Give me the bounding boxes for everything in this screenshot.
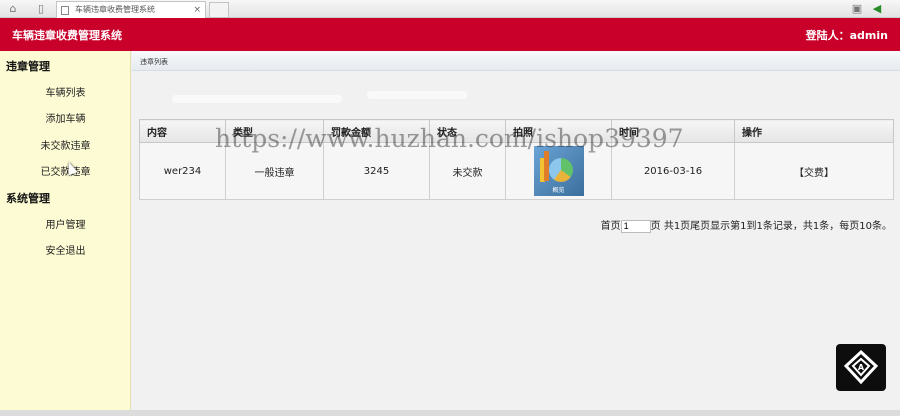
col-time: 时间	[611, 119, 735, 143]
sidebar-item-user-management[interactable]: 用户管理	[0, 216, 131, 231]
col-type: 类型	[225, 119, 324, 143]
status-bar	[0, 410, 900, 416]
browser-tab[interactable]: 车辆违章收费管理系统 ×	[56, 1, 206, 18]
col-action: 操作	[734, 119, 894, 143]
violations-table: 内容 类型 罚款金额 状态 拍照 时间 操作 wer234 一般违章 3245 …	[139, 119, 894, 200]
page-icon	[61, 6, 69, 15]
sidebar-item-unpaid-violations[interactable]: 未交款违章	[0, 137, 131, 152]
app-title: 车辆违章收费管理系统	[12, 29, 122, 42]
breadcrumb: 违章列表	[140, 58, 168, 66]
new-tab-button[interactable]	[209, 2, 229, 18]
pagination-info: 页 共1页尾页显示第1到1条记录，共1条，每页10条。	[650, 221, 892, 232]
cell-content: wer234	[139, 142, 226, 200]
breadcrumb-bar: 违章列表	[132, 51, 900, 71]
violation-photo[interactable]: 概览	[533, 146, 584, 196]
save-page-icon[interactable]: ▣	[850, 2, 864, 15]
table-header-row: 内容 类型 罚款金额 状态 拍照 时间 操作	[139, 119, 894, 143]
svg-text:A: A	[858, 363, 865, 372]
sidebar-item-logout[interactable]: 安全退出	[0, 242, 131, 257]
cell-time: 2016-03-16	[611, 142, 735, 200]
scroll-top-badge[interactable]: A	[836, 344, 886, 391]
pie-chart-icon	[548, 158, 573, 182]
shield-a-icon: A	[843, 349, 879, 385]
blurred-area	[172, 95, 342, 103]
col-photo: 拍照	[505, 119, 612, 143]
document-icon[interactable]: ▯	[34, 2, 48, 15]
sidebar-item-add-vehicle[interactable]: 添加车辆	[0, 110, 131, 125]
page-number-input[interactable]	[620, 219, 651, 233]
app-header: 车辆违章收费管理系统 登陆人：admin	[0, 18, 900, 51]
col-amount: 罚款金额	[323, 119, 430, 143]
col-status: 状态	[429, 119, 506, 143]
login-user: 登陆人：admin	[805, 29, 888, 42]
pay-link[interactable]: 【交费】	[734, 142, 894, 200]
back-arrow-icon[interactable]: ◀	[870, 2, 884, 15]
main-content: 违章列表 内容 类型 罚款金额 状态 拍照 时间 操作 wer234 一般违章 …	[132, 51, 900, 410]
cell-status: 未交款	[429, 142, 506, 200]
sidebar-group-system: 系统管理	[6, 192, 50, 205]
first-page-link[interactable]: 首页	[601, 221, 621, 232]
sidebar-item-vehicle-list[interactable]: 车辆列表	[0, 84, 131, 99]
col-content: 内容	[139, 119, 226, 143]
browser-tab-bar: ⌂ ▯ 车辆违章收费管理系统 × ▣ ◀	[0, 0, 900, 18]
sidebar-group-violations: 违章管理	[6, 60, 50, 73]
cell-amount: 3245	[323, 142, 430, 200]
close-icon[interactable]: ×	[193, 2, 201, 18]
home-icon[interactable]: ⌂	[6, 2, 20, 15]
sidebar: 违章管理 车辆列表 添加车辆 未交款违章 已交款违章 系统管理 用户管理 安全退…	[0, 51, 131, 410]
photo-label: 概览	[552, 187, 565, 194]
table-row: wer234 一般违章 3245 未交款 概览 2016-03-16 【交费】	[139, 142, 894, 200]
cell-type: 一般违章	[225, 142, 324, 200]
cell-photo: 概览	[505, 142, 612, 200]
blurred-area	[367, 91, 467, 99]
pagination: 首页 页 共1页尾页显示第1到1条记录，共1条，每页10条。	[601, 217, 892, 233]
browser-tab-title: 车辆违章收费管理系统	[75, 5, 155, 14]
chart-bar-icon	[543, 151, 549, 181]
